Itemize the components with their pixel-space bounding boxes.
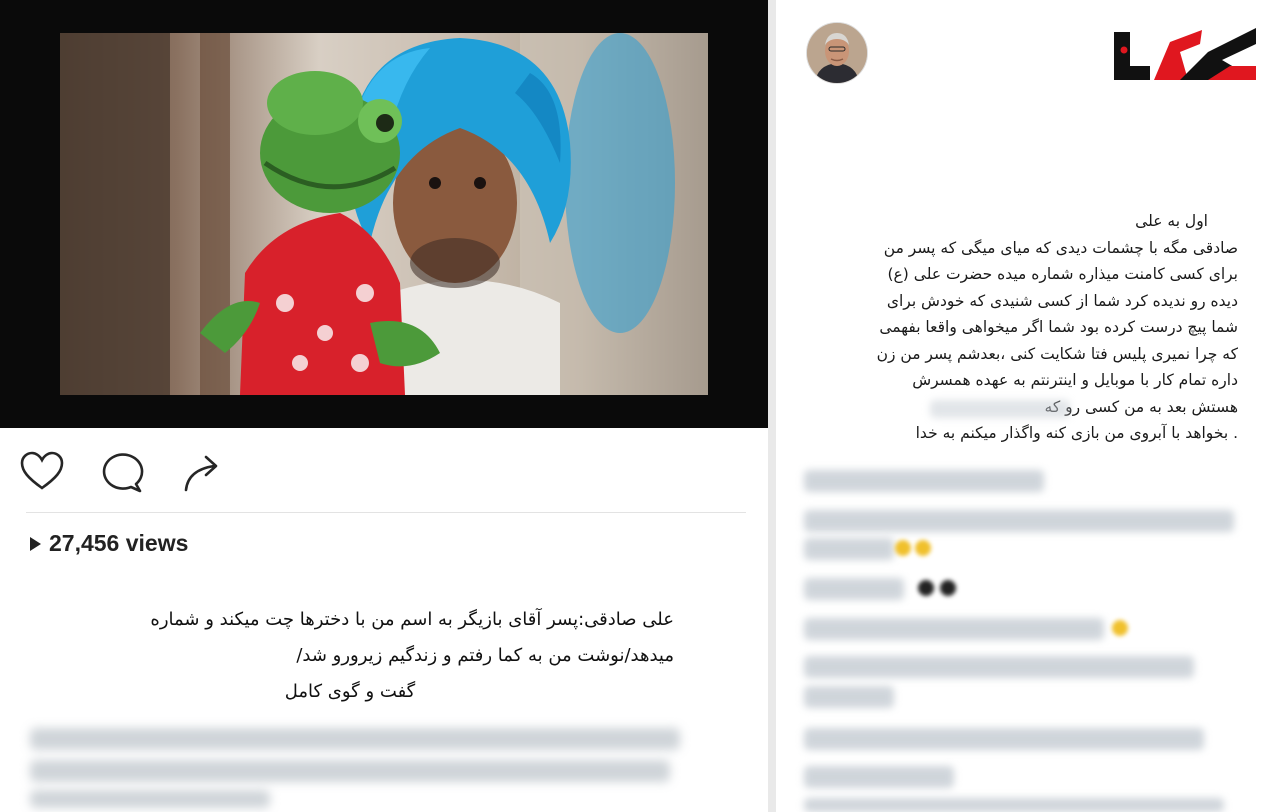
avatar-illustration bbox=[807, 23, 867, 83]
owner-comment-line: دیده رو ندیده کرد شما از کسی شنیدی که خو… bbox=[886, 291, 1238, 310]
blurred-comment bbox=[804, 798, 1224, 812]
blurred-comment bbox=[804, 510, 1234, 532]
owner-comment-line: که چرا نمیری پلیس فتا شکایت کنی ،بعدشم پ… bbox=[876, 344, 1238, 363]
post-caption-line: علی صادقی:پسر آقای بازیگر به اسم من با د… bbox=[150, 609, 674, 630]
blurred-comment bbox=[804, 470, 1044, 492]
views-count-text: 27,456 views bbox=[49, 530, 189, 556]
owner-comment-line: صادقی مگه با چشمات دیدی که میای میگی که … bbox=[883, 238, 1238, 257]
post-actions bbox=[18, 448, 238, 496]
rokna-logo bbox=[1110, 22, 1260, 84]
blurred-emoji-icon bbox=[940, 580, 956, 596]
post-photo-illustration bbox=[60, 33, 708, 395]
blurred-emoji-icon bbox=[1112, 620, 1128, 636]
blurred-text-line bbox=[30, 790, 270, 808]
share-arrow-icon[interactable] bbox=[178, 448, 226, 496]
speech-bubble-icon[interactable] bbox=[98, 448, 146, 496]
blurred-comment bbox=[804, 686, 894, 708]
owner-comment-line: برای کسی کامنت میذاره شماره میده حضرت عل… bbox=[887, 265, 1239, 283]
owner-comment-title: اول به علی bbox=[1135, 212, 1208, 230]
blurred-comment bbox=[804, 656, 1194, 678]
blurred-text-line bbox=[30, 760, 670, 782]
play-icon bbox=[30, 536, 41, 551]
views-count: 27,456 views bbox=[30, 530, 188, 557]
blurred-comment bbox=[804, 728, 1204, 750]
blurred-emoji-icon bbox=[918, 580, 934, 596]
blurred-comment bbox=[804, 538, 894, 560]
actions-separator bbox=[26, 512, 746, 513]
blurred-comment bbox=[804, 578, 904, 600]
column-divider bbox=[768, 0, 776, 812]
blurred-emoji-icon bbox=[915, 540, 931, 556]
owner-comment-line: . بخواهد با آبروی من بازی کنه واگذار میک… bbox=[915, 424, 1238, 442]
blurred-comment bbox=[804, 766, 954, 788]
blurred-comment bbox=[804, 618, 1104, 640]
blurred-text-line bbox=[30, 728, 680, 750]
heart-outline-icon[interactable] bbox=[18, 448, 66, 496]
post-caption-line: گفت و گوی کامل bbox=[284, 681, 416, 702]
profile-avatar[interactable] bbox=[806, 22, 868, 84]
post-caption-line: میدهد/نوشت من به کما رفتم و زندگیم زیرور… bbox=[296, 645, 674, 666]
post-caption: علی صادقی:پسر آقای بازیگر به اسم من با د… bbox=[26, 602, 674, 710]
owner-comment-line: شما پیچ درست کرده بود شما اگر میخواهی وا… bbox=[879, 318, 1238, 336]
post-photo[interactable] bbox=[60, 33, 708, 395]
blurred-emoji-icon bbox=[895, 540, 911, 556]
owner-comment-line: داره تمام کار با موبایل و اینترنتم به عه… bbox=[912, 371, 1238, 389]
post-media-frame bbox=[0, 0, 768, 428]
blurred-mention bbox=[930, 400, 1070, 418]
